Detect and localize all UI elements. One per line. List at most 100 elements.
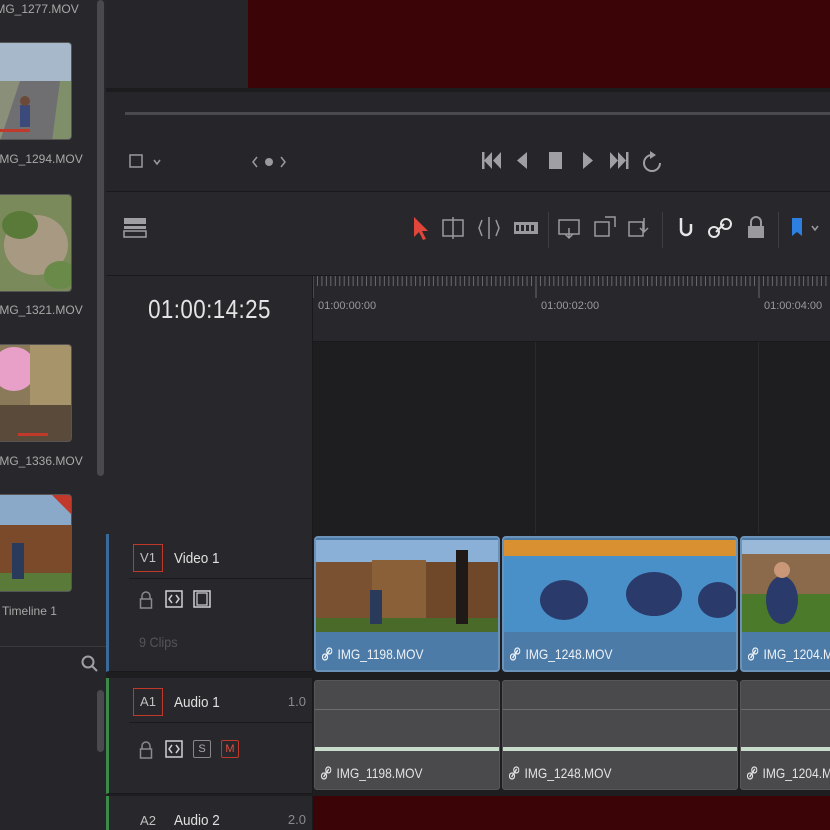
overwrite-clip-icon[interactable]: [592, 214, 620, 242]
track-divider: [129, 722, 312, 723]
clip-frames: [742, 540, 830, 632]
trim-edit-mode-icon[interactable]: [440, 214, 468, 242]
clip-thumbnails: [316, 540, 498, 632]
media-item-label: IMG_1294.MOV: [0, 152, 83, 166]
thumbnail-image: [0, 495, 71, 591]
position-lock-icon[interactable]: [742, 214, 770, 242]
clip-name-text: IMG_1204.MOV: [763, 646, 830, 662]
track-divider: [129, 578, 312, 579]
thumbnail-image: [0, 345, 71, 441]
clip-name-text: IMG_1248.MOV: [525, 646, 613, 662]
auto-select-icon[interactable]: [165, 590, 183, 608]
track-id-a2[interactable]: A2: [133, 808, 163, 830]
timeline-toolbar: [106, 192, 830, 276]
lower-panel-scrollbar[interactable]: [97, 690, 104, 752]
jog-icon[interactable]: [250, 152, 290, 172]
auto-select-icon[interactable]: [165, 740, 183, 758]
media-item-label: Timeline 1: [2, 604, 57, 618]
track-volume[interactable]: 1.0: [288, 694, 306, 709]
mute-button[interactable]: M: [221, 740, 239, 758]
media-pool: IMG_1277.MOV IMG_1294.MOV IMG_1321.MOV I…: [0, 0, 106, 830]
track-id-v1[interactable]: V1: [133, 544, 163, 572]
audio-clip[interactable]: IMG_1204.MOV: [740, 680, 830, 790]
clip-name: IMG_1204.MOV: [747, 765, 830, 781]
audio-clip[interactable]: IMG_1198.MOV: [314, 680, 500, 790]
link-icon: [510, 647, 521, 661]
transport-bar: [106, 92, 830, 192]
search-icon[interactable]: [81, 655, 99, 673]
viewer-scrubber[interactable]: [125, 112, 830, 115]
timeline-ruler[interactable]: 01:00:00:00 01:00:02:00 01:00:04:00: [313, 276, 830, 342]
clip-name-text: IMG_1198.MOV: [337, 646, 424, 662]
dynamic-trim-mode-icon[interactable]: [476, 214, 504, 242]
link-icon: [321, 766, 332, 780]
audio-waveform: [315, 747, 499, 751]
link-icon: [322, 647, 333, 661]
clip-name: IMG_1198.MOV: [321, 765, 423, 781]
lock-icon[interactable]: [139, 590, 153, 610]
thumbnail-image: [0, 195, 71, 291]
clip-name-text: IMG_1204.MOV: [762, 765, 830, 781]
lock-icon[interactable]: [139, 740, 153, 760]
video-clip[interactable]: IMG_1204.MOV: [740, 536, 830, 672]
toolbar-separator: [548, 212, 549, 248]
clip-name: IMG_1248.MOV: [510, 646, 612, 662]
audio2-lane: [313, 796, 830, 830]
media-thumbnail[interactable]: [0, 42, 72, 140]
timeline-gridline: [758, 342, 759, 534]
track-volume[interactable]: 2.0: [288, 812, 306, 827]
ruler-label: 01:00:00:00: [318, 300, 377, 312]
audio-clip[interactable]: IMG_1248.MOV: [502, 680, 738, 790]
timeline-gridline: [535, 342, 536, 534]
clip-name-text: IMG_1198.MOV: [336, 765, 423, 781]
audio-waveform: [741, 747, 830, 751]
timecode-display: 01:00:14:25: [106, 276, 313, 342]
flag-icon[interactable]: [788, 214, 824, 242]
track-name[interactable]: Video 1: [174, 550, 220, 567]
toolbar-separator: [778, 212, 779, 248]
link-icon: [509, 766, 520, 780]
timeline-view-options-icon[interactable]: [122, 214, 150, 242]
track-id-a1[interactable]: A1: [133, 688, 163, 716]
go-to-start-icon[interactable]: [482, 152, 501, 169]
loop-icon[interactable]: [643, 151, 661, 172]
track-name[interactable]: Audio 1: [174, 694, 220, 711]
video-clip[interactable]: IMG_1248.MOV: [502, 536, 738, 672]
clip-thumbnails: [742, 540, 830, 632]
link-icon: [748, 647, 759, 661]
media-item-label: IMG_1336.MOV: [0, 454, 83, 468]
media-item-label: IMG_1321.MOV: [0, 303, 83, 317]
ruler-label: 01:00:04:00: [764, 300, 823, 312]
media-pool-scrollbar[interactable]: [97, 0, 104, 476]
media-item-label: IMG_1277.MOV: [0, 2, 79, 16]
snapping-icon[interactable]: [672, 214, 700, 242]
linked-selection-icon[interactable]: [706, 214, 734, 242]
transform-icon[interactable]: [128, 152, 168, 172]
disable-video-track-icon[interactable]: [193, 590, 211, 608]
track-name[interactable]: Audio 2: [174, 812, 220, 829]
media-pool-lower-panel: [0, 646, 106, 830]
video1-lane: IMG_1198.MOV IMG_1248.MOV IMG_1204.: [313, 534, 830, 672]
clip-name: IMG_1248.MOV: [509, 765, 611, 781]
audio-waveform: [503, 747, 737, 751]
clip-frames: [504, 540, 736, 632]
solo-button[interactable]: S: [193, 740, 211, 758]
replace-clip-icon[interactable]: [626, 214, 654, 242]
media-thumbnail[interactable]: [0, 194, 72, 292]
stop-icon[interactable]: [549, 152, 562, 169]
audio-level-line: [741, 709, 830, 710]
current-timecode: 01:00:14:25: [148, 294, 271, 324]
insert-clip-icon[interactable]: [556, 214, 584, 242]
play-icon[interactable]: [583, 152, 593, 169]
clip-thumbnails: [504, 540, 736, 632]
toolbar-separator: [662, 212, 663, 248]
blade-edit-mode-icon[interactable]: [512, 214, 540, 242]
timeline-thumbnail[interactable]: [0, 494, 72, 592]
thumbnail-image: [0, 43, 71, 139]
video-clip[interactable]: IMG_1198.MOV: [314, 536, 500, 672]
clip-name-text: IMG_1248.MOV: [524, 765, 612, 781]
go-to-end-icon[interactable]: [610, 152, 629, 169]
media-thumbnail[interactable]: [0, 344, 72, 442]
selection-mode-icon[interactable]: [406, 214, 434, 242]
play-reverse-icon[interactable]: [517, 152, 527, 169]
